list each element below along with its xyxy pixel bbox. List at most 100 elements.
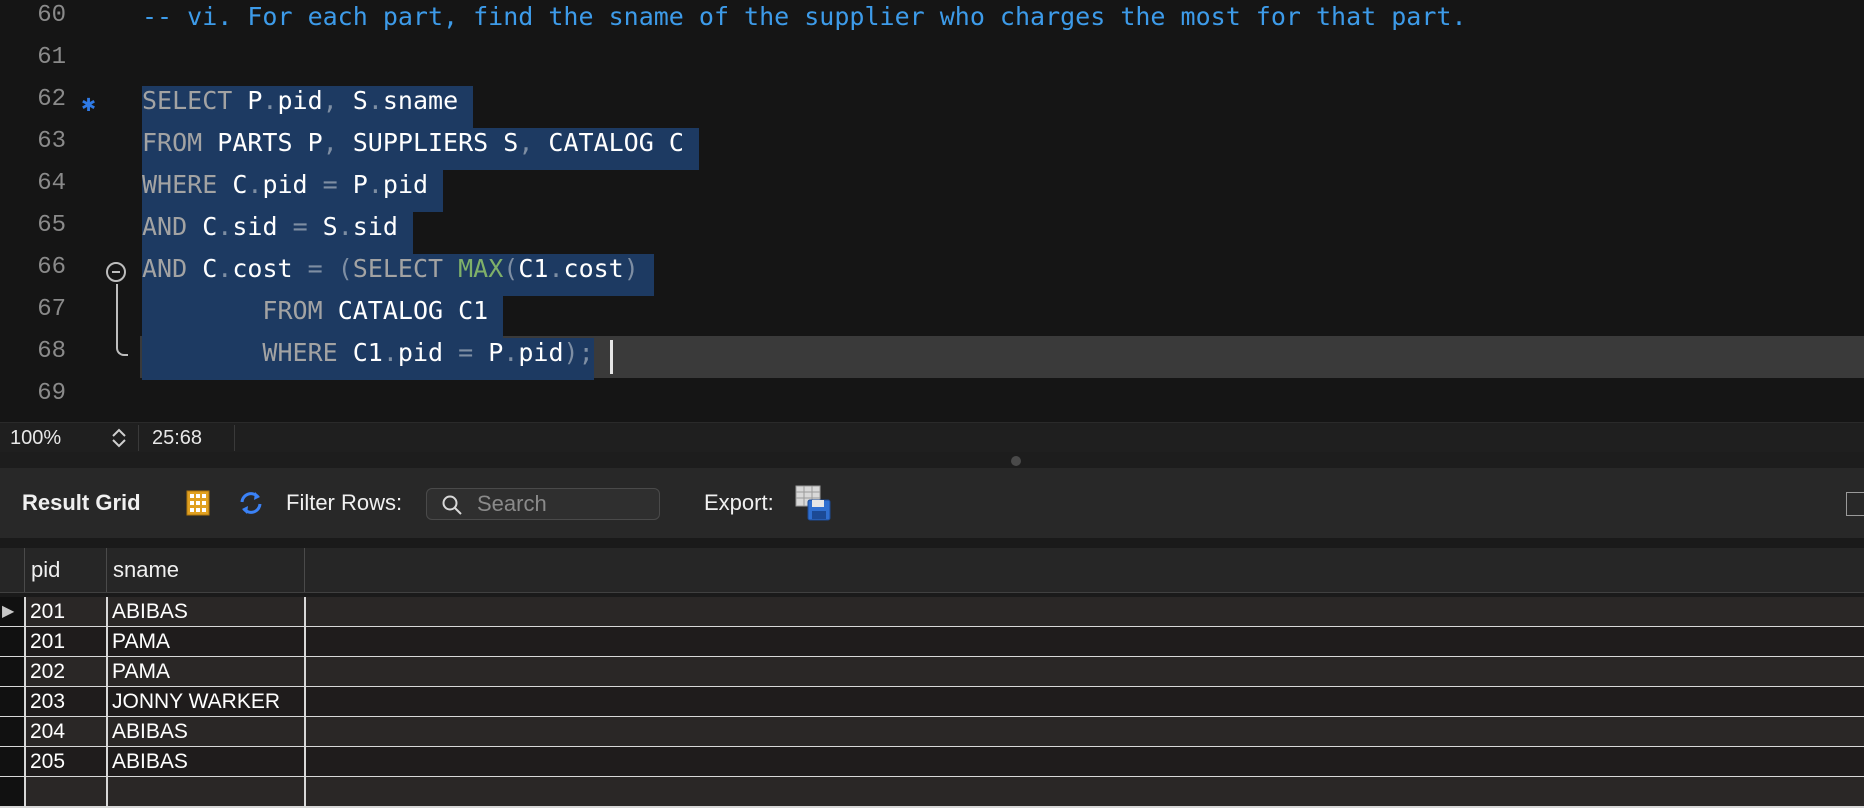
cell-empty [304,687,1864,716]
cell-pid[interactable]: 205 [24,747,106,776]
code-token: SELECT [352,254,459,283]
code-line[interactable]: 66 AND C.cost = (SELECT MAX(C1.cost) [0,254,1864,296]
code-line[interactable]: 63 FROM PARTS P, SUPPLIERS S, CATALOG C [0,128,1864,170]
row-gutter[interactable] [0,747,24,776]
table-row[interactable]: 202 PAMA [0,657,1864,688]
code-token: . [217,254,233,283]
code-text: FROM CATALOG C1 [142,296,504,338]
editor-status-bar: 100% 25:68 [0,422,1864,453]
code-line[interactable]: 67 FROM CATALOG C1 [0,296,1864,338]
sql-editor[interactable]: 60 -- vi. For each part, find the sname o… [0,0,1864,422]
code-token: P [488,338,504,367]
code-token: , [322,128,353,157]
code-token: SELECT [142,86,248,115]
zoom-stepper-icon[interactable] [108,426,130,450]
row-gutter[interactable] [0,687,24,716]
row-gutter[interactable]: ▶ [0,597,24,626]
row-gutter[interactable] [0,657,24,686]
code-token: cost [232,254,308,283]
cell-empty [304,657,1864,686]
code-line[interactable]: 68 WHERE C1.pid = P.pid); [0,338,1864,380]
code-token: , [322,86,353,115]
code-text: -- vi. For each part, find the sname of … [142,2,1467,44]
code-token: C1 [352,338,383,367]
splitter-handle[interactable] [1011,456,1021,466]
cell-pid[interactable]: 201 [24,597,106,626]
cell-sname[interactable]: ABIBAS [106,717,304,746]
code-token: . [217,212,233,241]
row-gutter[interactable] [0,717,24,746]
row-gutter[interactable] [0,627,24,656]
column-header-pid[interactable]: pid [24,548,106,592]
fold-toggle-icon[interactable] [106,262,126,282]
table-row[interactable]: 205 ABIBAS [0,747,1864,778]
code-token: CATALOG C [548,128,699,157]
code-token: . [337,212,353,241]
cell-sname[interactable]: PAMA [106,627,304,656]
table-row[interactable]: 204 ABIBAS [0,717,1864,748]
table-row[interactable]: ▶ 201 ABIBAS [0,597,1864,628]
code-line[interactable]: 69 [0,380,1864,422]
code-text: FROM PARTS P, SUPPLIERS S, CATALOG C [142,128,699,170]
statement-marker-icon[interactable]: ✱ [81,96,96,114]
code-line[interactable]: 64 WHERE C.pid = P.pid [0,170,1864,212]
export-icon[interactable] [794,484,832,522]
code-token: . [548,254,564,283]
code-line[interactable]: 61 [0,44,1864,86]
fold-range-indicator [116,284,128,356]
cell-pid[interactable]: 203 [24,687,106,716]
code-token: PARTS P [217,128,323,157]
cell-empty [304,777,1864,806]
search-input[interactable] [477,489,655,519]
code-line[interactable]: 65 AND C.sid = S.sid [0,212,1864,254]
table-row[interactable]: 201 PAMA [0,627,1864,658]
filter-rows-label: Filter Rows: [286,490,403,515]
code-line[interactable]: 62 SELECT P.pid, S.sname [0,86,1864,128]
code-text: WHERE C.pid = P.pid [142,170,444,212]
line-number: 61 [37,44,66,71]
cell-sname[interactable]: ABIBAS [106,747,304,776]
cell-sname[interactable]: PAMA [106,657,304,686]
code-token: SUPPLIERS S [352,128,519,157]
grid-layout-icon[interactable] [186,490,210,516]
cell-empty [304,747,1864,776]
code-token: P [352,170,368,199]
panel-splitter[interactable] [0,452,1864,468]
cell-empty [304,717,1864,746]
line-number: 68 [37,338,66,365]
code-token: AND [142,212,203,241]
result-grid-tab[interactable]: Result Grid [22,468,141,538]
grid-header-row: pid sname [0,548,1864,593]
code-token: sname [382,86,474,115]
cell-pid[interactable]: 201 [24,627,106,656]
line-number: 66 [37,254,66,281]
code-line[interactable]: 60 -- vi. For each part, find the sname o… [0,2,1864,44]
cell-sname[interactable]: ABIBAS [106,597,304,626]
code-token: S [352,86,368,115]
cell-pid[interactable]: 202 [24,657,106,686]
table-row[interactable]: 203 JONNY WARKER [0,687,1864,718]
cell-pid[interactable]: 204 [24,717,106,746]
code-token: FROM [262,296,338,325]
panel-toggle-button[interactable] [1846,492,1864,516]
line-number: 60 [37,2,66,29]
column-header-sname[interactable]: sname [106,548,304,592]
refresh-icon[interactable] [236,488,266,518]
line-number: 67 [37,296,66,323]
code-token: = [292,212,323,241]
code-token: -- vi. For each part, find the sname of … [142,2,1467,31]
code-token: pid [382,170,444,199]
code-token: , [518,128,549,157]
code-token: pid [518,338,564,367]
code-token: ); [563,338,594,367]
code-token: C1 [518,254,549,283]
code-token: sid [232,212,293,241]
code-token: AND [142,254,203,283]
line-number: 69 [37,380,66,407]
cell-sname[interactable]: JONNY WARKER [106,687,304,716]
cell-sname[interactable] [106,777,304,806]
filter-search-box[interactable] [426,488,660,520]
cell-pid[interactable] [24,777,106,806]
row-gutter[interactable] [0,777,24,806]
